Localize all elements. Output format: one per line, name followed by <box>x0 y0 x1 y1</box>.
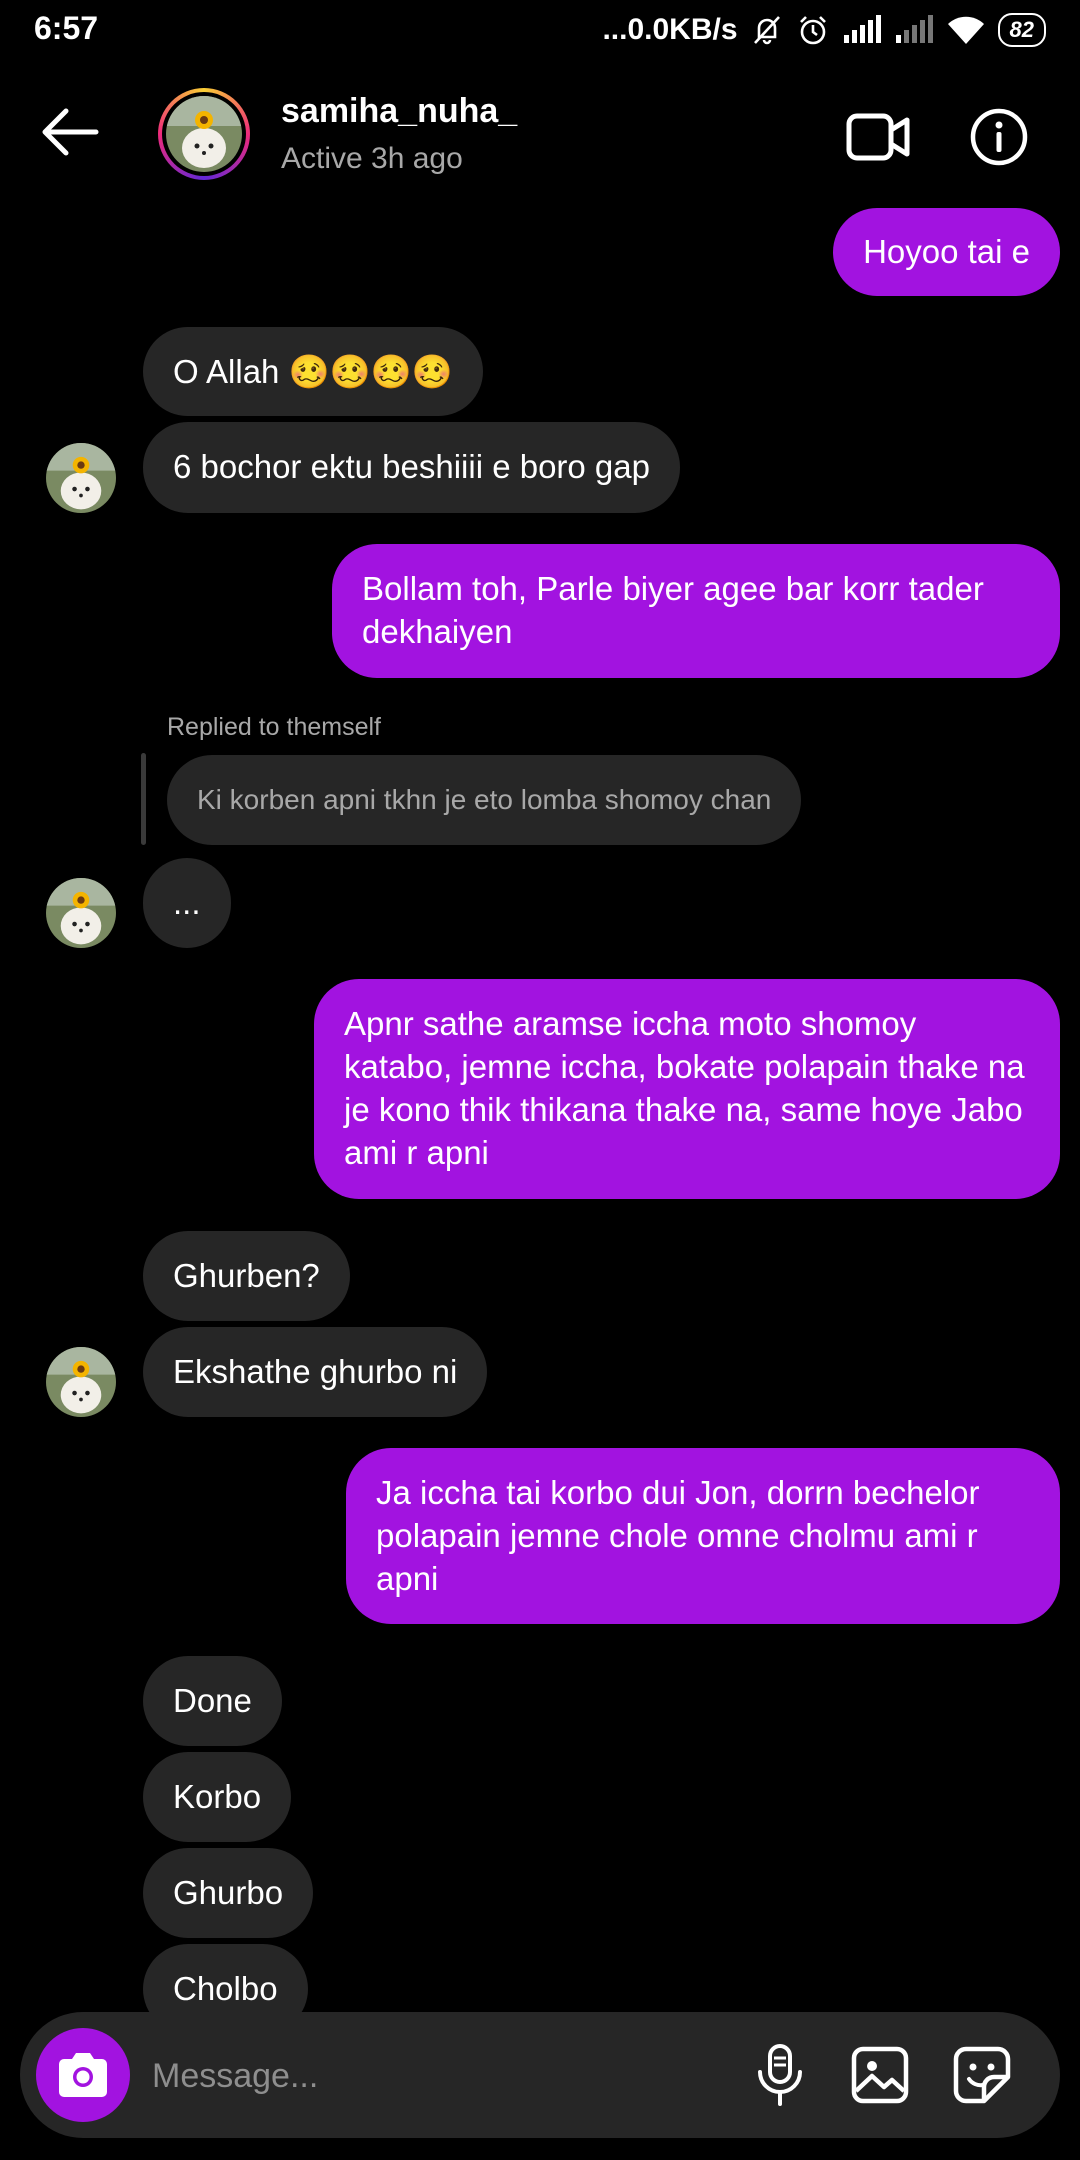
signal-icon <box>842 15 882 45</box>
gallery-button[interactable] <box>850 2045 910 2105</box>
network-speed: ...0.0KB/s <box>602 13 738 46</box>
sticker-icon <box>953 2046 1011 2104</box>
sender-avatar[interactable] <box>46 443 116 513</box>
status-icons: ...0.0KB/s 82 <box>602 10 1046 50</box>
message-bubble-outgoing[interactable]: Bollam toh, Parle biyer agee bar korr ta… <box>332 544 1060 678</box>
message-bubble-outgoing[interactable]: Hoyoo tai e <box>833 208 1060 296</box>
message-bubble-incoming[interactable]: Ghurbo <box>143 1848 314 1938</box>
back-arrow-icon <box>42 108 99 156</box>
chat-username[interactable]: samiha_nuha_ <box>281 92 517 131</box>
active-status: Active 3h ago <box>281 142 463 175</box>
message-bubble-outgoing[interactable]: Ja iccha tai korbo dui Jon, dorrn bechel… <box>346 1448 1060 1624</box>
signal-2-icon <box>894 15 934 45</box>
info-button[interactable] <box>970 108 1028 166</box>
message-bubble-incoming[interactable]: Done <box>143 1656 282 1746</box>
reply-label: Replied to themself <box>167 713 382 741</box>
sender-avatar[interactable] <box>46 1347 116 1417</box>
message-bubble-incoming[interactable]: O Allah 🥴🥴🥴🥴 <box>143 327 483 416</box>
reply-quote[interactable]: Ki korben apni tkhn je eto lomba shomoy … <box>167 755 802 845</box>
status-time: 6:57 <box>34 10 99 46</box>
battery-indicator: 82 <box>997 13 1046 47</box>
message-input[interactable] <box>150 2045 714 2107</box>
message-bubble-incoming[interactable]: Ghurben? <box>143 1231 350 1321</box>
camera-button[interactable] <box>36 2028 130 2122</box>
camera-icon <box>59 2053 107 2097</box>
back-button[interactable] <box>38 105 102 159</box>
profile-avatar[interactable] <box>158 88 250 180</box>
message-bubble-outgoing[interactable]: Apnr sathe aramse iccha moto shomoy kata… <box>314 979 1060 1199</box>
microphone-icon <box>758 2044 802 2106</box>
image-icon <box>851 2046 909 2104</box>
message-bubble-incoming[interactable]: Korbo <box>143 1752 292 1842</box>
message-bubble-incoming[interactable]: Ekshathe ghurbo ni <box>143 1327 488 1417</box>
status-bar: 6:57 ...0.0KB/s 82 <box>0 0 1080 60</box>
mute-icon <box>750 13 784 47</box>
video-call-button[interactable] <box>846 112 910 162</box>
sticker-button[interactable] <box>952 2045 1012 2105</box>
sender-avatar[interactable] <box>46 878 116 948</box>
microphone-button[interactable] <box>750 2042 810 2108</box>
alarm-icon <box>796 13 830 47</box>
wifi-icon <box>946 14 986 46</box>
avatar-image <box>166 96 242 172</box>
reply-indicator-bar <box>141 753 146 845</box>
chat-header: samiha_nuha_ Active 3h ago <box>0 60 1080 210</box>
video-camera-icon <box>846 113 910 161</box>
message-bubble-incoming[interactable]: ... <box>143 858 231 948</box>
message-bubble-incoming[interactable]: 6 bochor ektu beshiiii e boro gap <box>143 422 680 513</box>
message-composer <box>20 2012 1060 2138</box>
info-icon <box>970 108 1028 166</box>
